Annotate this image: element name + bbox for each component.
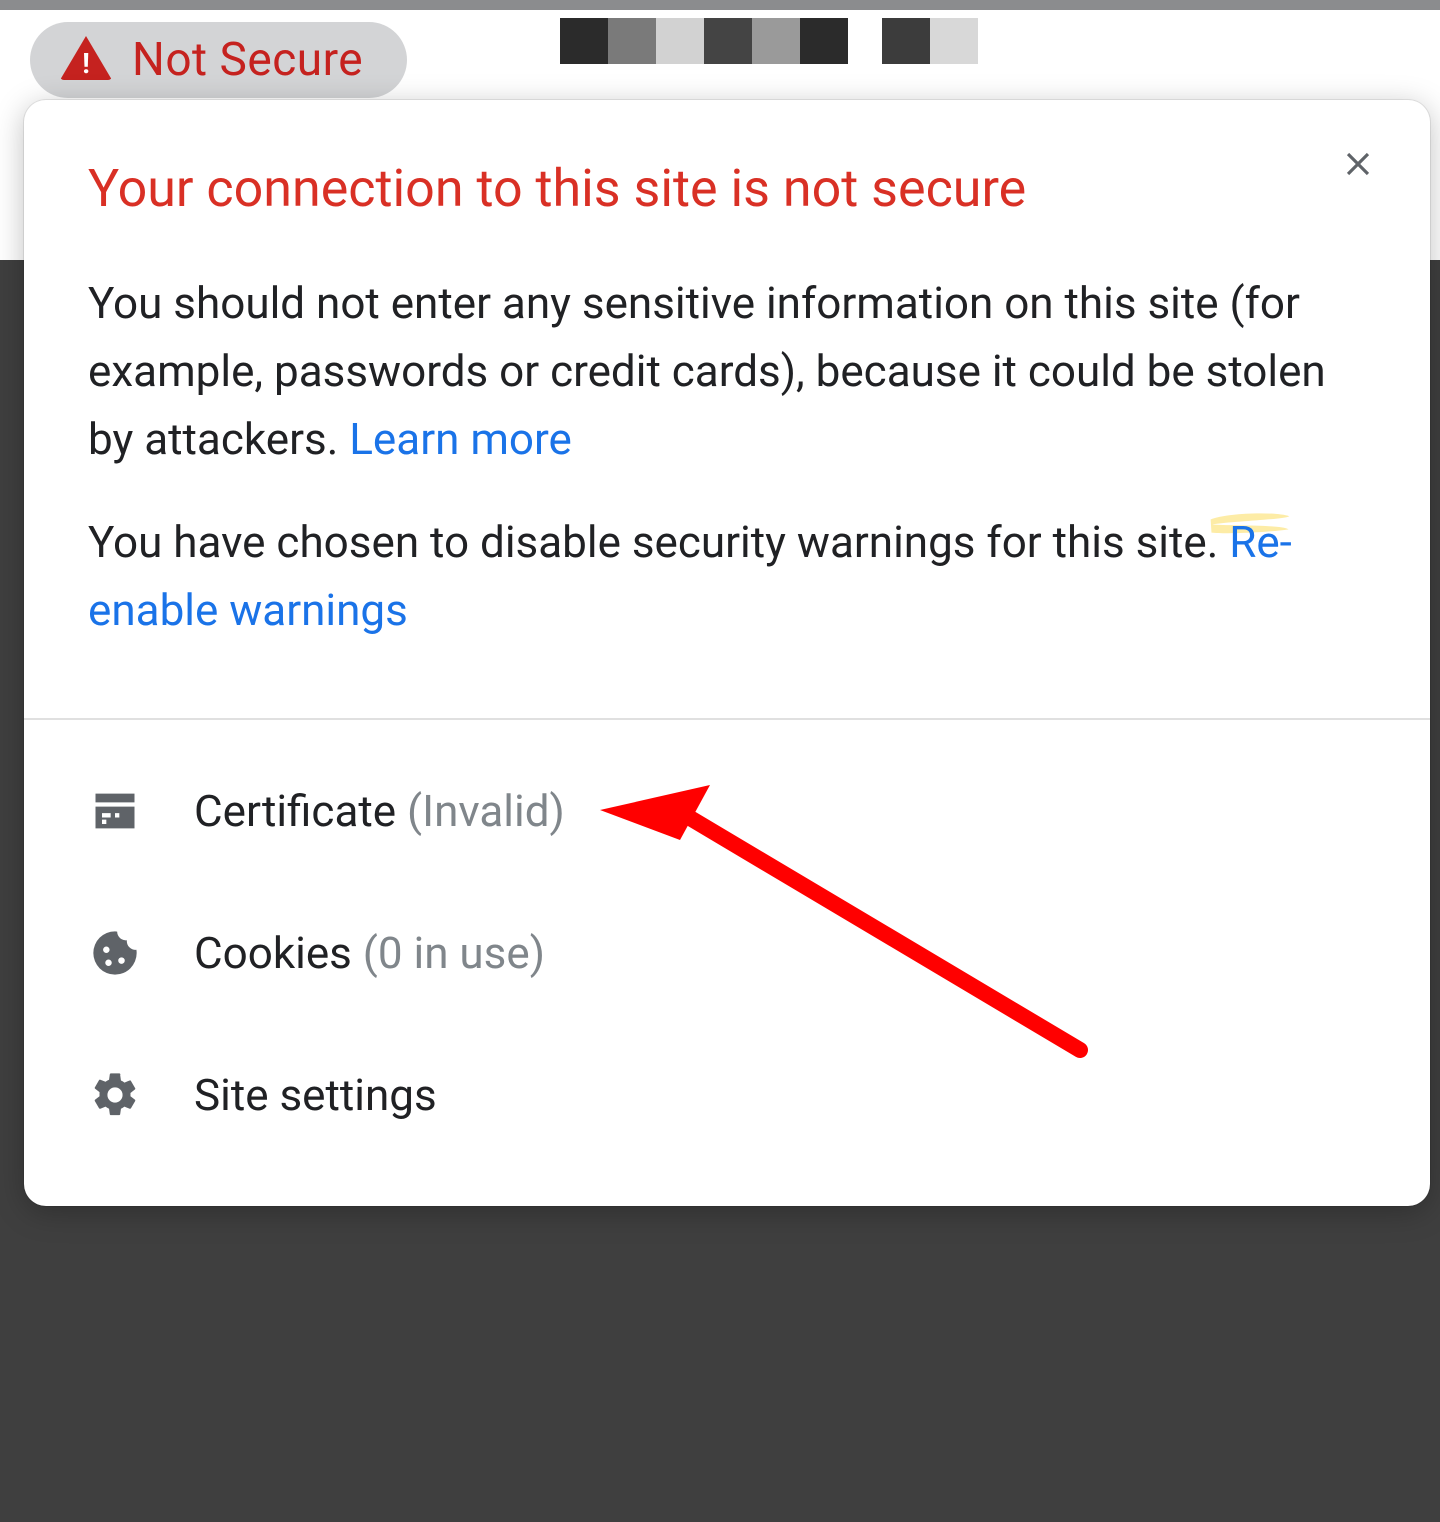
not-secure-badge[interactable]: Not Secure bbox=[30, 22, 407, 98]
popup-body-2-text: You have chosen to disable security warn… bbox=[88, 516, 1229, 568]
certificate-status: (Invalid) bbox=[407, 785, 565, 837]
certificate-icon bbox=[88, 784, 142, 838]
cookies-row[interactable]: Cookies (0 in use) bbox=[88, 882, 1366, 1024]
certificate-label: Certificate bbox=[194, 785, 396, 837]
cookies-label: Cookies bbox=[194, 927, 352, 979]
site-info-popup: Your connection to this site is not secu… bbox=[24, 100, 1430, 1206]
not-secure-label: Not Secure bbox=[132, 33, 363, 87]
warning-triangle-icon bbox=[60, 36, 112, 80]
popup-body-1-text: You should not enter any sensitive infor… bbox=[88, 277, 1326, 465]
cookie-icon bbox=[88, 926, 142, 980]
gear-icon bbox=[88, 1068, 142, 1122]
popup-title: Your connection to this site is not secu… bbox=[88, 156, 1366, 221]
learn-more-link[interactable]: Learn more bbox=[349, 413, 572, 465]
close-icon bbox=[1339, 145, 1377, 183]
site-settings-row[interactable]: Site settings bbox=[88, 1024, 1366, 1166]
close-button[interactable] bbox=[1330, 136, 1386, 192]
site-settings-label: Site settings bbox=[194, 1069, 437, 1121]
cookies-status: (0 in use) bbox=[363, 927, 545, 979]
popup-body-1: You should not enter any sensitive infor… bbox=[88, 269, 1366, 474]
popup-menu: Certificate (Invalid) Cookies (0 in use)… bbox=[24, 720, 1430, 1166]
certificate-row[interactable]: Certificate (Invalid) bbox=[88, 740, 1366, 882]
popup-body-2: You have chosen to disable security warn… bbox=[88, 508, 1366, 644]
redacted-url bbox=[560, 18, 978, 64]
